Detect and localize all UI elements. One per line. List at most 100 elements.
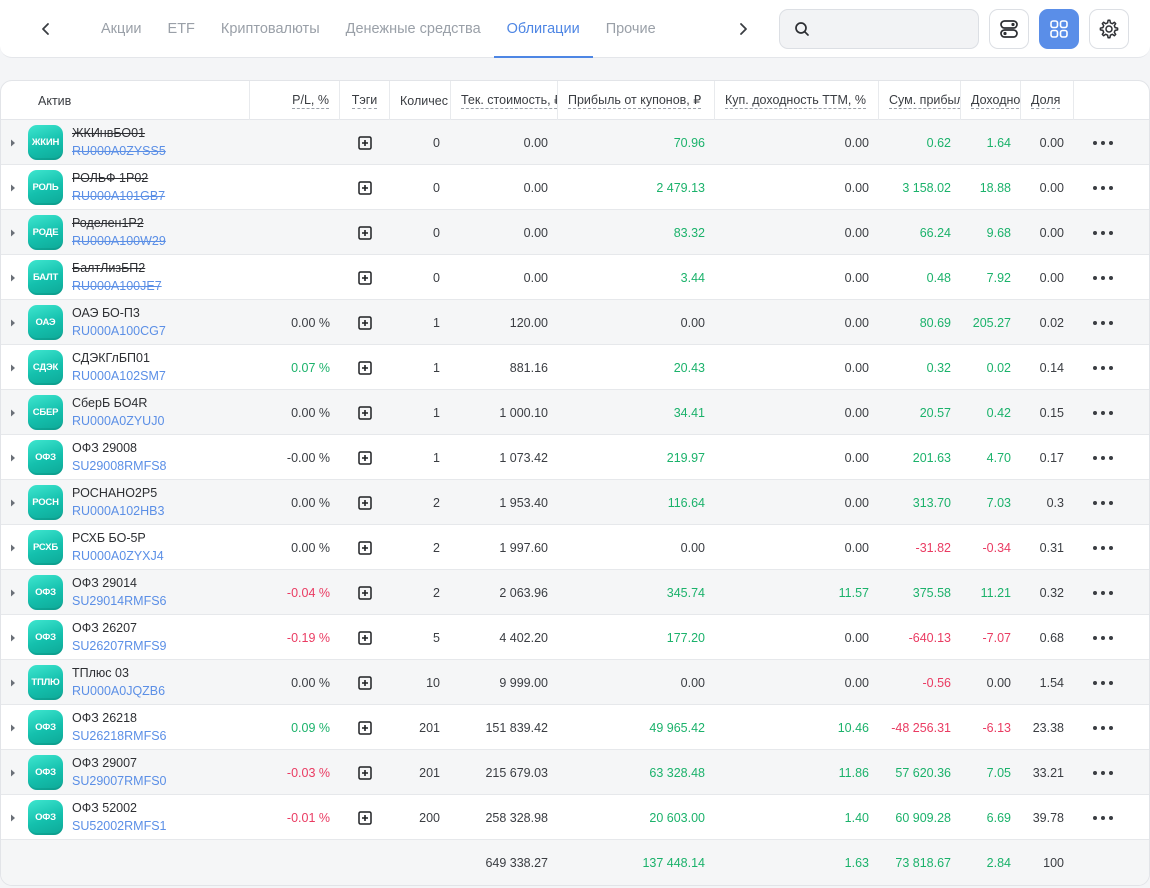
row-actions-button[interactable] <box>1074 120 1132 165</box>
table-row[interactable]: ОФЗ ОФЗ 29014 SU29014RMFS6 -0.04 % 2 2 063.96… <box>1 570 1149 615</box>
row-actions-button[interactable] <box>1074 795 1132 840</box>
table-row[interactable]: ОФЗ ОФЗ 26207 SU26207RMFS9 -0.19 % 5 4 402.20… <box>1 615 1149 660</box>
asset-isin-link[interactable]: RU000A0ZYSS5 <box>72 143 166 160</box>
add-tag-button[interactable] <box>340 345 390 390</box>
asset-isin-link[interactable]: RU000A100W29 <box>72 233 166 250</box>
expand-row-button[interactable] <box>7 435 19 480</box>
tab-3[interactable]: Денежные средства <box>333 0 494 58</box>
settings-button[interactable] <box>1089 9 1129 49</box>
row-actions-button[interactable] <box>1074 660 1132 705</box>
expand-row-button[interactable] <box>7 660 19 705</box>
add-tag-button[interactable] <box>340 165 390 210</box>
table-row[interactable]: ОФЗ ОФЗ 52002 SU52002RMFS1 -0.01 % 200 258 32… <box>1 795 1149 840</box>
col-header-tags[interactable]: Тэги <box>340 81 390 120</box>
table-row[interactable]: ОАЭ ОАЭ БО-П3 RU000A100CG7 0.00 % 1 120.00 0.0… <box>1 300 1149 345</box>
expand-row-button[interactable] <box>7 705 19 750</box>
expand-row-button[interactable] <box>7 210 19 255</box>
asset-isin-link[interactable]: RU000A0ZYUJ0 <box>72 413 164 430</box>
col-header-asset[interactable]: Актив <box>1 81 250 120</box>
search-input[interactable] <box>818 21 968 37</box>
expand-row-button[interactable] <box>7 615 19 660</box>
expand-row-button[interactable] <box>7 390 19 435</box>
add-tag-button[interactable] <box>340 390 390 435</box>
add-tag-button[interactable] <box>340 795 390 840</box>
table-row[interactable]: СБЕР СберБ БО4R RU000A0ZYUJ0 0.00 % 1 1 000.1… <box>1 390 1149 435</box>
asset-isin-link[interactable]: RU000A102HB3 <box>72 503 164 520</box>
row-actions-button[interactable] <box>1074 300 1132 345</box>
asset-isin-link[interactable]: SU29014RMFS6 <box>72 593 167 610</box>
row-actions-button[interactable] <box>1074 435 1132 480</box>
col-header-yield-ttm[interactable]: Куп. доходность TTM, % <box>715 81 879 120</box>
table-row[interactable]: СДЭК СДЭКГлБП01 RU000A102SM7 0.07 % 1 881.16 2… <box>1 345 1149 390</box>
asset-isin-link[interactable]: SU26218RMFS6 <box>72 728 167 745</box>
asset-isin-link[interactable]: RU000A102SM7 <box>72 368 166 385</box>
asset-isin-link[interactable]: SU26207RMFS9 <box>72 638 167 655</box>
asset-isin-link[interactable]: SU29007RMFS0 <box>72 773 167 790</box>
col-header-pl[interactable]: P/L, % <box>250 81 340 120</box>
asset-isin-link[interactable]: RU000A101GB7 <box>72 188 165 205</box>
table-row[interactable]: РОДЕ Роделен1Р2 RU000A100W29 0 0.00 83.32 0.00… <box>1 210 1149 255</box>
table-row[interactable]: ЖКИН ЖКИнвБО01 RU000A0ZYSS5 0 0.00 70.96 0.00 0… <box>1 120 1149 165</box>
expand-row-button[interactable] <box>7 750 19 795</box>
row-actions-button[interactable] <box>1074 255 1132 300</box>
col-header-share[interactable]: Доля <box>1021 81 1074 120</box>
row-actions-button[interactable] <box>1074 570 1132 615</box>
table-row[interactable]: ТПЛЮ ТПлюс 03 RU000A0JQZB6 0.00 % 10 9 999.00… <box>1 660 1149 705</box>
row-actions-button[interactable] <box>1074 615 1132 660</box>
add-tag-button[interactable] <box>340 120 390 165</box>
add-tag-button[interactable] <box>340 705 390 750</box>
row-actions-button[interactable] <box>1074 210 1132 255</box>
add-tag-button[interactable] <box>340 615 390 660</box>
expand-row-button[interactable] <box>7 300 19 345</box>
tab-0[interactable]: Акции <box>88 0 155 58</box>
expand-row-button[interactable] <box>7 255 19 300</box>
add-tag-button[interactable] <box>340 255 390 300</box>
expand-row-button[interactable] <box>7 570 19 615</box>
add-tag-button[interactable] <box>340 480 390 525</box>
expand-row-button[interactable] <box>7 165 19 210</box>
search-box[interactable] <box>779 9 979 49</box>
col-header-yield[interactable]: Доходность <box>961 81 1021 120</box>
expand-row-button[interactable] <box>7 120 19 165</box>
tab-2[interactable]: Криптовалюты <box>208 0 333 58</box>
expand-row-button[interactable] <box>7 480 19 525</box>
add-tag-button[interactable] <box>340 210 390 255</box>
table-row[interactable]: ОФЗ ОФЗ 29007 SU29007RMFS0 -0.03 % 201 215 67… <box>1 750 1149 795</box>
asset-isin-link[interactable]: RU000A0JQZB6 <box>72 683 165 700</box>
tab-1[interactable]: ETF <box>155 0 208 58</box>
table-row[interactable]: БАЛТ БалтЛизБП2 RU000A100JE7 0 0.00 3.44 0.00 0… <box>1 255 1149 300</box>
row-actions-button[interactable] <box>1074 165 1132 210</box>
row-actions-button[interactable] <box>1074 480 1132 525</box>
asset-isin-link[interactable]: RU000A0ZYXJ4 <box>72 548 164 565</box>
add-tag-button[interactable] <box>340 300 390 345</box>
tabs-next-button[interactable] <box>727 12 759 46</box>
row-actions-button[interactable] <box>1074 750 1132 795</box>
row-actions-button[interactable] <box>1074 705 1132 750</box>
expand-row-button[interactable] <box>7 345 19 390</box>
row-actions-button[interactable] <box>1074 390 1132 435</box>
asset-isin-link[interactable]: RU000A100JE7 <box>72 278 162 295</box>
col-header-qty[interactable]: Количес <box>390 81 451 120</box>
row-actions-button[interactable] <box>1074 345 1132 390</box>
toggle-columns-button[interactable] <box>989 9 1029 49</box>
table-row[interactable]: РОСН РОСНАНО2Р5 RU000A102HB3 0.00 % 2 1 953.4… <box>1 480 1149 525</box>
add-tag-button[interactable] <box>340 750 390 795</box>
add-tag-button[interactable] <box>340 660 390 705</box>
asset-isin-link[interactable]: SU29008RMFS8 <box>72 458 167 475</box>
table-row[interactable]: ОФЗ ОФЗ 29008 SU29008RMFS8 -0.00 % 1 1 073.42… <box>1 435 1149 480</box>
grid-view-button[interactable] <box>1039 9 1079 49</box>
expand-row-button[interactable] <box>7 525 19 570</box>
tab-5[interactable]: Прочие <box>593 0 669 58</box>
table-row[interactable]: ОФЗ ОФЗ 26218 SU26218RMFS6 0.09 % 201 151 839… <box>1 705 1149 750</box>
add-tag-button[interactable] <box>340 570 390 615</box>
add-tag-button[interactable] <box>340 525 390 570</box>
expand-row-button[interactable] <box>7 795 19 840</box>
table-row[interactable]: РОЛЬ РОЛЬФ 1Р02 RU000A101GB7 0 0.00 2 479.13 0… <box>1 165 1149 210</box>
asset-isin-link[interactable]: RU000A100CG7 <box>72 323 166 340</box>
tabs-prev-button[interactable] <box>30 12 62 46</box>
tab-4[interactable]: Облигации <box>493 0 593 58</box>
col-header-coupon[interactable]: Прибыль от купонов, ₽ <box>558 81 715 120</box>
asset-isin-link[interactable]: SU52002RMFS1 <box>72 818 167 835</box>
add-tag-button[interactable] <box>340 435 390 480</box>
table-row[interactable]: РСХБ РСХБ БО-5Р RU000A0ZYXJ4 0.00 % 2 1 997.6… <box>1 525 1149 570</box>
